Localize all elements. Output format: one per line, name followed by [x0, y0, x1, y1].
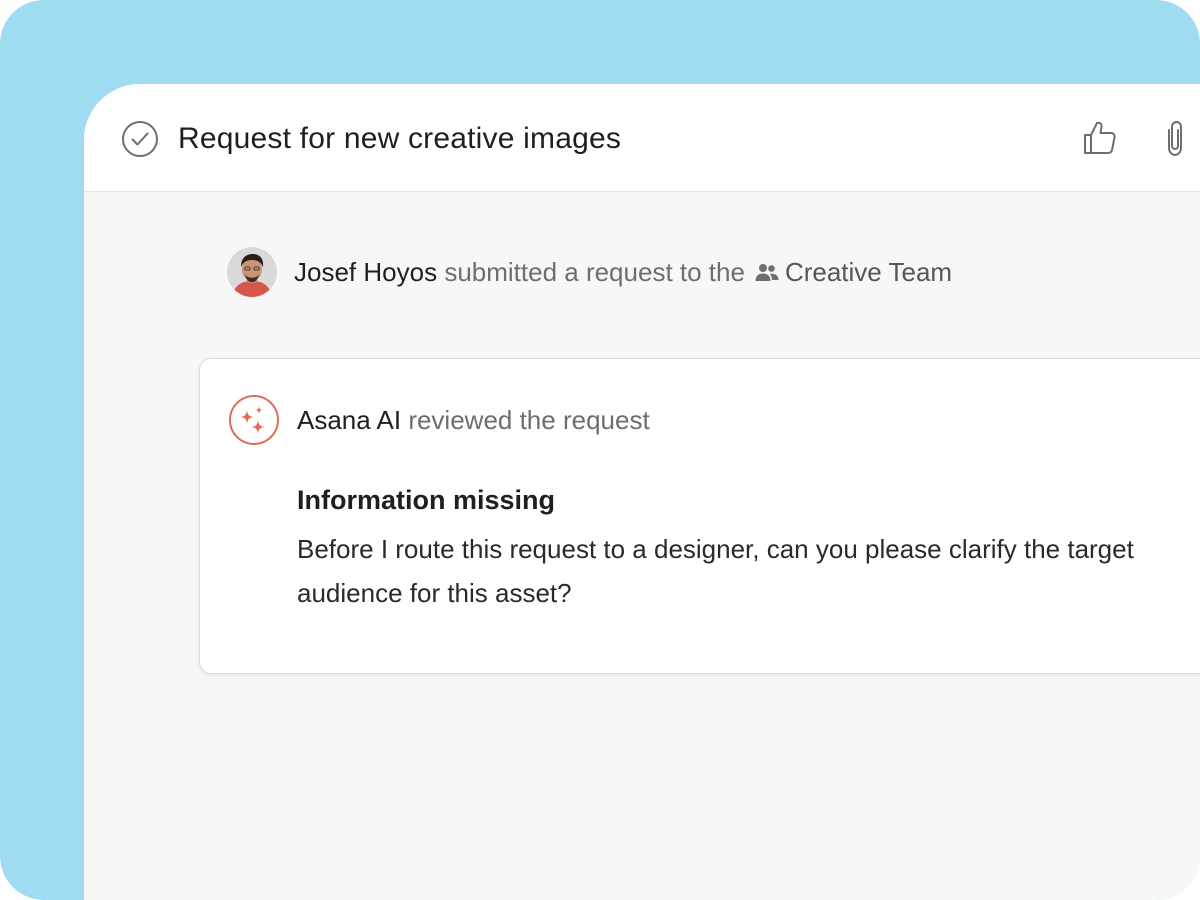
team-name: Creative Team [784, 256, 953, 287]
ai-review-body: Before I route this request to a designe… [297, 534, 1134, 608]
ai-review-card: Asana AI reviewed the request Informatio… [199, 358, 1200, 674]
task-header: Request for new creative images [84, 84, 1200, 192]
attachment-icon[interactable] [1158, 118, 1192, 160]
avatar-image [227, 247, 277, 297]
ai-review-line: Asana AI reviewed the request [297, 404, 650, 436]
backdrop: Request for new creative images Josef Ho… [0, 0, 1200, 900]
task-panel: Request for new creative images Josef Ho… [84, 84, 1200, 900]
team-icon [755, 264, 779, 281]
actor-name[interactable]: Josef Hoyos [294, 257, 437, 288]
ai-action-text: reviewed the request [408, 405, 650, 435]
sparkles-icon [229, 395, 279, 445]
ai-actor-name[interactable]: Asana AI [297, 405, 401, 435]
check-circle-icon[interactable] [121, 120, 159, 158]
task-title[interactable]: Request for new creative images [178, 121, 621, 157]
activity-text: submitted a request to the [444, 256, 745, 287]
like-icon[interactable] [1080, 118, 1120, 158]
ai-review-heading: Information missing [297, 485, 556, 515]
activity-submission: Josef Hoyos submitted a request to the C… [227, 247, 952, 297]
team-link[interactable]: Creative Team [745, 257, 952, 288]
avatar[interactable] [227, 247, 277, 297]
